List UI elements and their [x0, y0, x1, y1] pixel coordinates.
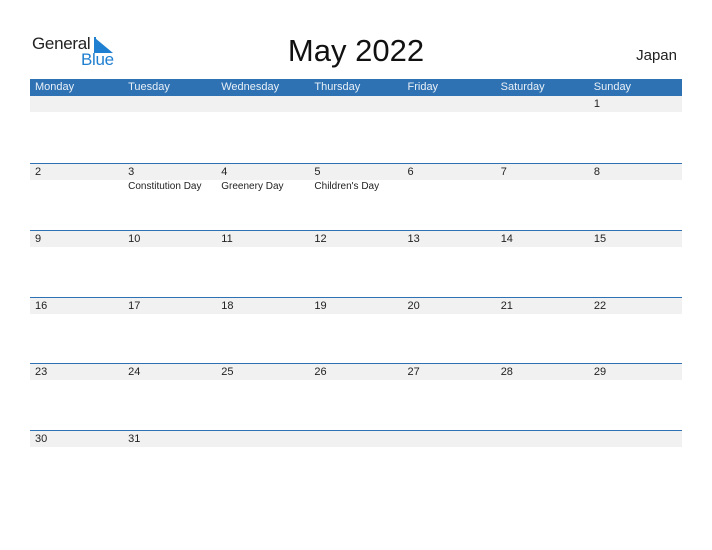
- day-number: 27: [407, 366, 420, 378]
- day-cell: [496, 431, 589, 498]
- day-number: 16: [35, 300, 48, 312]
- day-cell: 20: [403, 298, 496, 365]
- day-number: 11: [221, 233, 233, 245]
- day-cell: 24: [123, 364, 216, 431]
- page-title: May 2022: [287, 33, 425, 68]
- day-number: 17: [128, 300, 141, 312]
- day-cell: 16: [30, 298, 123, 365]
- week-row: 2 3 Constitution Day 4 Greenery Day 5 Children…: [30, 163, 682, 231]
- day-cell: 13: [403, 231, 496, 298]
- day-cell: 9: [30, 231, 123, 298]
- day-number: 28: [500, 366, 513, 378]
- weekday-sunday: Sunday: [593, 81, 632, 93]
- day-cell: 26: [309, 364, 402, 431]
- day-cell: 15: [589, 231, 682, 298]
- day-cell: [216, 96, 309, 163]
- day-cell: 8: [589, 164, 682, 231]
- day-cell: 5 Children's Day: [309, 164, 402, 231]
- week-row: 1: [30, 96, 682, 163]
- week-row: 9 10 11 12 13 14 15: [30, 230, 682, 298]
- week-row: 30 31: [30, 430, 682, 498]
- weekday-monday: Monday: [35, 81, 75, 93]
- day-cell: 10: [123, 231, 216, 298]
- day-number: 30: [35, 433, 48, 445]
- day-number: 31: [128, 433, 141, 445]
- day-cell: [496, 96, 589, 163]
- day-cell: 14: [496, 231, 589, 298]
- day-cell: 4 Greenery Day: [216, 164, 309, 231]
- day-number: 3: [128, 166, 135, 178]
- day-cell: 1: [589, 96, 682, 163]
- day-number: 15: [593, 233, 607, 245]
- week-row: 16 17 18 19 20 21 22: [30, 297, 682, 365]
- day-number: 12: [314, 233, 327, 245]
- day-cell: 7: [496, 164, 589, 231]
- weekday-tuesday: Tuesday: [128, 81, 170, 93]
- day-cell: [403, 96, 496, 163]
- weekday-friday: Friday: [407, 81, 439, 93]
- day-number: 26: [314, 366, 327, 378]
- day-number: 8: [593, 166, 600, 178]
- day-number: 22: [593, 300, 607, 312]
- day-cell: 30: [30, 431, 123, 498]
- holiday-label: Greenery Day: [221, 181, 284, 192]
- day-number: 29: [593, 366, 607, 378]
- country-label: Japan: [636, 47, 677, 64]
- weekday-wednesday: Wednesday: [221, 81, 280, 93]
- day-number: 23: [35, 366, 48, 378]
- day-number: 19: [314, 300, 327, 312]
- day-cell: 29: [589, 364, 682, 431]
- day-cell: [589, 431, 682, 498]
- day-number: 1: [593, 98, 600, 110]
- day-cell: [309, 96, 402, 163]
- day-cell: 31: [123, 431, 216, 498]
- day-number: 14: [500, 233, 513, 245]
- day-cell: 19: [309, 298, 402, 365]
- day-cell: 6: [403, 164, 496, 231]
- day-number: 25: [221, 366, 234, 378]
- day-cell: 21: [496, 298, 589, 365]
- day-number: 20: [407, 300, 420, 312]
- day-number: 21: [500, 300, 513, 312]
- day-number: 10: [128, 233, 141, 245]
- day-cell: [216, 431, 309, 498]
- day-number: 5: [314, 166, 321, 178]
- day-cell: 18: [216, 298, 309, 365]
- day-cell: 28: [496, 364, 589, 431]
- day-number: 6: [407, 166, 414, 178]
- weekday-thursday: Thursday: [314, 81, 361, 93]
- day-cell: 23: [30, 364, 123, 431]
- day-cell: [309, 431, 402, 498]
- day-cell: 12: [309, 231, 402, 298]
- week-row: 23 24 25 26 27 28 29: [30, 363, 682, 431]
- day-number: 9: [35, 233, 42, 245]
- weekday-saturday: Saturday: [500, 81, 545, 93]
- day-number: 18: [221, 300, 234, 312]
- day-cell: 25: [216, 364, 309, 431]
- day-number: 7: [500, 166, 507, 178]
- day-number: 2: [35, 166, 42, 178]
- day-number: 24: [128, 366, 141, 378]
- day-cell: 11: [216, 231, 309, 298]
- day-cell: [123, 96, 216, 163]
- day-cell: 22: [589, 298, 682, 365]
- day-cell: 17: [123, 298, 216, 365]
- day-number: 13: [407, 233, 420, 245]
- holiday-label: Constitution Day: [128, 181, 202, 192]
- weekday-header: Monday Tuesday Wednesday Thursday Friday…: [30, 79, 682, 96]
- day-cell: [30, 96, 123, 163]
- holiday-label: Children's Day: [314, 181, 380, 192]
- day-cell: 2: [30, 164, 123, 231]
- day-cell: [403, 431, 496, 498]
- day-cell: 27: [403, 364, 496, 431]
- day-number: 4: [221, 166, 228, 178]
- day-cell: 3 Constitution Day: [123, 164, 216, 231]
